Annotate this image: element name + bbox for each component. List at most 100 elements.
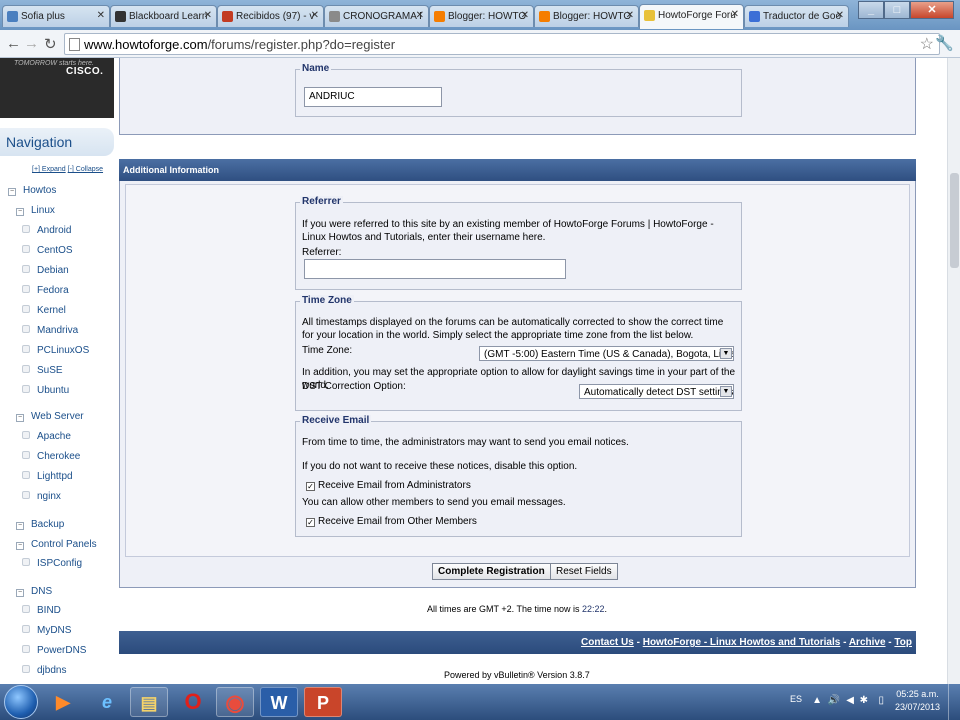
wrench-menu-icon[interactable]: 🔧: [935, 34, 954, 52]
nav-tree-item[interactable]: djbdns: [22, 665, 66, 676]
bookmark-star-icon[interactable]: ☆: [920, 34, 934, 54]
cisco-ad-banner[interactable]: TOMORROW starts here. CISCO.: [0, 58, 114, 118]
show-desktop-button[interactable]: [948, 684, 960, 720]
browser-tab[interactable]: Blackboard Learn ✕: [110, 5, 217, 27]
tab-close-icon[interactable]: ✕: [521, 10, 529, 21]
browser-tab[interactable]: HowtoForge Foru ✕: [639, 4, 744, 29]
nav-tree-item[interactable]: Fedora: [22, 285, 69, 296]
browser-tab[interactable]: CRONOGRAMA D ✕: [324, 5, 429, 27]
complete-registration-button[interactable]: Complete Registration: [432, 563, 551, 580]
battery-icon[interactable]: ▯: [878, 695, 884, 706]
members-email-checkbox[interactable]: ✓: [306, 518, 315, 527]
nav-tree-item[interactable]: Apache: [22, 431, 71, 442]
browser-tab[interactable]: Traductor de Goo ✕: [744, 5, 849, 27]
maximize-button[interactable]: □: [884, 1, 910, 19]
bluetooth-icon[interactable]: ✱: [860, 695, 868, 706]
footer-link[interactable]: Archive: [849, 637, 886, 648]
vertical-scrollbar[interactable]: [947, 58, 960, 684]
nav-tree-item[interactable]: Cherokee: [22, 451, 80, 462]
members-email-note: You can allow other members to send you …: [302, 497, 566, 508]
start-button[interactable]: [4, 685, 38, 719]
nav-tree-item[interactable]: Ubuntu: [22, 385, 69, 396]
internet-explorer-icon[interactable]: e: [88, 687, 126, 717]
nav-tree-item[interactable]: Android: [22, 225, 71, 236]
word-icon[interactable]: W: [260, 687, 298, 717]
nav-tree-item[interactable]: MyDNS: [22, 625, 71, 636]
referrer-input[interactable]: [304, 259, 566, 279]
timezone-select[interactable]: (GMT -5:00) Eastern Time (US & Canada), …: [479, 346, 734, 361]
members-email-option[interactable]: ✓ Receive Email from Other Members: [306, 515, 477, 528]
close-window-button[interactable]: ✕: [910, 1, 954, 19]
nav-tree-item[interactable]: − Howtos: [8, 185, 56, 196]
name-input[interactable]: ANDRIUC: [304, 87, 442, 107]
browser-tab[interactable]: Blogger: HOWTO ✕: [534, 5, 639, 27]
opera-icon[interactable]: O: [174, 687, 212, 717]
nav-tree-item[interactable]: − Linux: [16, 205, 55, 216]
admin-email-checkbox[interactable]: ✓: [306, 482, 315, 491]
reload-icon[interactable]: ↻: [44, 35, 57, 53]
name-fieldset: Name ANDRIUC: [295, 63, 742, 117]
nav-tree-label: Fedora: [37, 285, 69, 296]
nav-tree-item[interactable]: PowerDNS: [22, 645, 86, 656]
referrer-description: If you were referred to this site by an …: [302, 219, 714, 243]
tab-close-icon[interactable]: ✕: [626, 10, 634, 21]
reset-fields-button[interactable]: Reset Fields: [550, 563, 618, 580]
media-player-icon[interactable]: ▶: [44, 687, 82, 717]
nav-tree-item[interactable]: nginx: [22, 491, 61, 502]
footer-link[interactable]: HowtoForge - Linux Howtos and Tutorials: [643, 637, 841, 648]
nav-tree-item[interactable]: Debian: [22, 265, 69, 276]
tab-close-icon[interactable]: ✕: [731, 9, 739, 20]
additional-information-header: Additional Information: [119, 159, 916, 181]
forward-icon[interactable]: →: [24, 35, 39, 52]
file-explorer-icon[interactable]: ▤: [130, 687, 168, 717]
footer-link[interactable]: Top: [894, 637, 912, 648]
link-separator: -: [633, 637, 643, 648]
nav-tree-item[interactable]: Mandriva: [22, 325, 78, 336]
dst-select[interactable]: Automatically detect DST settings ▼: [579, 384, 734, 399]
browser-tab[interactable]: Recibidos (97) - vi ✕: [217, 5, 324, 27]
browser-tab[interactable]: Sofia plus ✕: [2, 5, 110, 27]
name-panel: Name ANDRIUC: [119, 58, 916, 135]
language-indicator[interactable]: ES: [790, 694, 802, 704]
collapse-toggle-icon: −: [8, 188, 16, 196]
address-bar[interactable]: www.howtoforge.com/forums/register.php?d…: [64, 33, 940, 55]
tab-close-icon[interactable]: ✕: [836, 10, 844, 21]
tab-close-icon[interactable]: ✕: [204, 10, 212, 21]
nav-tree-item[interactable]: − Web Server: [16, 411, 84, 422]
nav-tree-item[interactable]: Kernel: [22, 305, 66, 316]
back-icon[interactable]: ←: [6, 35, 21, 52]
nav-tree-item[interactable]: − DNS: [16, 586, 52, 597]
volume-icon[interactable]: 🔊: [828, 695, 840, 706]
scrollbar-thumb[interactable]: [950, 173, 959, 268]
collapse-link[interactable]: [-] Collapse: [68, 166, 103, 173]
collapse-toggle-icon: −: [16, 208, 24, 216]
nav-tree-item[interactable]: PCLinuxOS: [22, 345, 89, 356]
powerpoint-icon[interactable]: P: [304, 687, 342, 717]
nav-tree-label: Web Server: [31, 411, 84, 422]
tab-favicon-icon: [222, 11, 233, 22]
timezone-label: Time Zone:: [302, 345, 353, 356]
system-clock[interactable]: 05:25 a.m. 23/07/2013: [895, 688, 940, 714]
nav-tree-item[interactable]: BIND: [22, 605, 61, 616]
admin-email-option[interactable]: ✓ Receive Email from Administrators: [306, 479, 471, 492]
nav-tree-item[interactable]: − Backup: [16, 519, 64, 530]
page-bullet-icon: [22, 491, 30, 499]
speaker-icon[interactable]: ◀: [846, 695, 854, 706]
tab-close-icon[interactable]: ✕: [311, 10, 319, 21]
tab-close-icon[interactable]: ✕: [416, 10, 424, 21]
browser-tab[interactable]: Blogger: HOWTO ✕: [429, 5, 534, 27]
tray-expand-icon[interactable]: ▲: [812, 695, 822, 706]
minimize-button[interactable]: _: [858, 1, 884, 19]
expand-link[interactable]: [+] Expand: [32, 166, 66, 173]
nav-tree-item[interactable]: ISPConfig: [22, 558, 82, 569]
nav-tree-item[interactable]: CentOS: [22, 245, 73, 256]
footer-link[interactable]: Contact Us: [581, 637, 634, 648]
nav-tree-item[interactable]: Lighttpd: [22, 471, 73, 482]
chrome-icon[interactable]: ◉: [216, 687, 254, 717]
nav-tree-item[interactable]: SuSE: [22, 365, 63, 376]
nav-tree-item[interactable]: − Control Panels: [16, 539, 97, 550]
footer-links-bar: Contact Us - HowtoForge - Linux Howtos a…: [119, 631, 916, 654]
tab-close-icon[interactable]: ✕: [97, 10, 105, 21]
tab-label: Blackboard Learn: [129, 11, 207, 22]
main-content: Name ANDRIUC Additional Information Refe…: [117, 58, 947, 684]
